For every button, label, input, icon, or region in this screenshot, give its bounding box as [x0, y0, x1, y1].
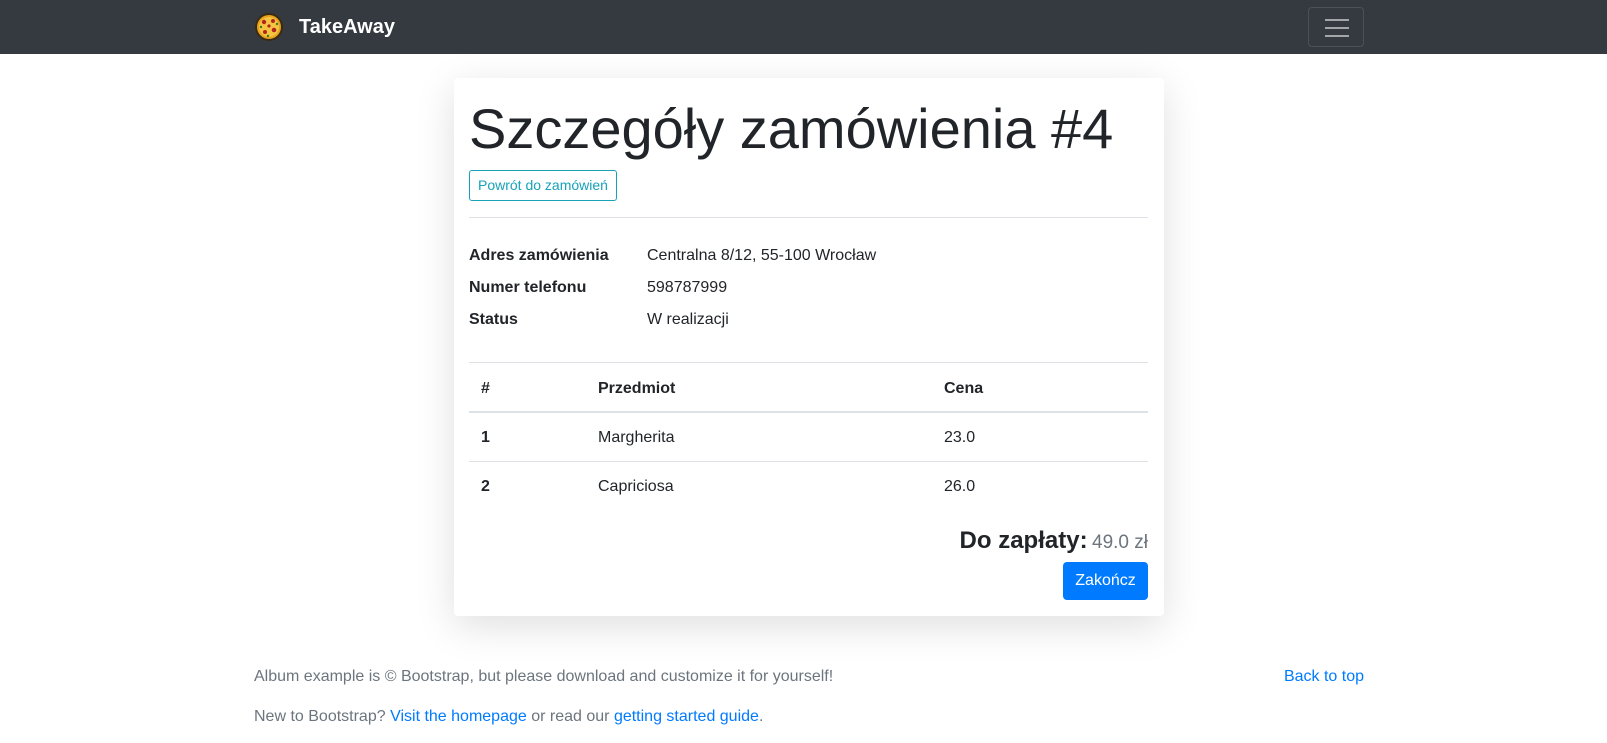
info-value-phone: 598787999 [647, 279, 728, 296]
back-to-top-link[interactable]: Back to top [1284, 667, 1364, 687]
table-header-item: Przedmiot [598, 380, 676, 397]
footer-prefix: New to Bootstrap? [254, 708, 386, 725]
table-header-border [469, 411, 1148, 413]
row-price: 23.0 [944, 429, 976, 446]
table-row-border [469, 461, 1148, 462]
hamburger-menu-icon [1325, 35, 1349, 37]
info-value-status: W realizacji [647, 311, 729, 328]
order-total: Do zapłaty: 49.0 zł [960, 526, 1148, 559]
row-number: 1 [481, 429, 490, 446]
hamburger-menu-icon [1325, 19, 1349, 21]
footer-middle: or read our [531, 708, 610, 725]
table-header-price: Cena [944, 380, 984, 397]
order-details-card: Szczegóły zamówienia #4 Powrót do zamówi… [454, 78, 1164, 616]
total-label: Do zapłaty: [959, 527, 1088, 554]
hamburger-menu-icon [1325, 27, 1349, 29]
homepage-link[interactable]: Visit the homepage [390, 708, 527, 725]
info-label-status: Status [469, 311, 518, 328]
info-label-phone: Numer telefonu [469, 279, 587, 296]
row-price: 26.0 [944, 478, 976, 495]
table-top-border [469, 362, 1148, 363]
row-item: Margherita [598, 429, 675, 446]
back-to-orders-button[interactable]: Powrót do zamówień [469, 170, 617, 201]
footer-links-line: New to Bootstrap? Visit the homepage or … [254, 707, 763, 727]
total-value: 49.0 zł [1092, 532, 1148, 553]
navbar-toggler-button[interactable] [1308, 7, 1364, 47]
table-header-number: # [481, 380, 490, 397]
page-title: Szczegóły zamówienia #4 [469, 97, 1114, 160]
footer-suffix: . [758, 708, 764, 725]
divider [469, 217, 1148, 218]
finish-order-button[interactable]: Zakończ [1063, 562, 1148, 600]
navbar: TakeAway [0, 0, 1607, 54]
info-label-address: Adres zamówienia [469, 247, 609, 264]
pizza-icon[interactable] [254, 12, 284, 42]
row-number: 2 [481, 478, 490, 495]
row-item: Capriciosa [598, 478, 674, 495]
getting-started-link[interactable]: getting started guide [614, 708, 759, 725]
brand-name[interactable]: TakeAway [299, 13, 395, 41]
info-value-address: Centralna 8/12, 55-100 Wrocław [647, 247, 877, 264]
footer-copyright: Album example is © Bootstrap, but please… [254, 668, 834, 685]
